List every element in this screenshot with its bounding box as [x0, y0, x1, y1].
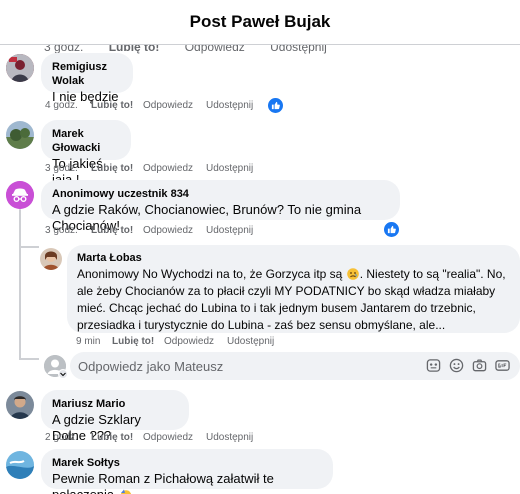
avatar[interactable] [6, 391, 34, 419]
reply-text-line: mieć. Chcąc jechać do Lubina to i tak je… [77, 301, 476, 315]
like-link[interactable]: Lubię to! [91, 163, 133, 175]
page-title: Post Paweł Bujak [189, 12, 331, 31]
like-link[interactable]: Lubię to! [112, 336, 154, 348]
partying-face-icon [120, 489, 132, 494]
post-header: Post Paweł Bujak [0, 0, 520, 44]
comment-actions: 3 godz. Lubię to! Odpowiedz Udostępnij [45, 163, 305, 177]
camera-icon[interactable] [472, 358, 487, 373]
avatar[interactable] [6, 451, 34, 479]
emoji-icon[interactable] [449, 358, 464, 373]
reply-author[interactable]: Marta Łobas [77, 251, 510, 265]
comment-author[interactable]: Anonimowy uczestnik 834 [52, 187, 389, 201]
reply-placeholder: Odpowiedz jako Mateusz [78, 359, 224, 374]
reply-text-line: Anonimowy No Wychodzi na to, że Gorzyca … [77, 267, 343, 281]
comment-bubble: Mariusz Mario A gdzie Szklary Dolne ??? [41, 390, 189, 443]
reply-link[interactable]: Odpowiedz [143, 225, 193, 237]
comment-bubble: Anonimowy uczestnik 834 A gdzie Raków, C… [41, 180, 400, 233]
like-reaction-icon[interactable] [268, 98, 283, 113]
reply-text: Anonimowy No Wychodzi na to, że Gorzyca … [77, 266, 510, 334]
comment-text: Pewnie Roman z Pichałową załatwił te poł… [52, 471, 322, 494]
anonymous-icon [6, 181, 34, 209]
like-link[interactable]: Lubię to! [91, 432, 133, 444]
reply-actions: 9 min Lubię to! Odpowiedz Udostępnij [76, 336, 306, 350]
comment-bubble: Marek Sołtys Pewnie Roman z Pichałową za… [41, 449, 333, 494]
reply-time[interactable]: 9 min [76, 336, 100, 348]
avatar[interactable] [6, 54, 34, 82]
comment-author[interactable]: Marek Głowacki [52, 127, 120, 155]
thread-line [19, 209, 21, 359]
reply-link[interactable]: Odpowiedz [143, 100, 193, 112]
share-link[interactable]: Udostępnij [206, 100, 253, 112]
comment-time[interactable]: 2 godz. [45, 432, 78, 444]
comment-time[interactable]: 3 godz. [45, 225, 78, 237]
comment-bubble: Marek Głowacki To jakieś jaja ! [41, 120, 131, 187]
comment-author[interactable]: Marek Sołtys [52, 456, 322, 470]
share-link[interactable]: Udostępnij [227, 336, 274, 348]
comment-time[interactable]: 4 godz. [45, 100, 78, 112]
reply-link[interactable]: Odpowiedz [143, 432, 193, 444]
avatar[interactable] [40, 248, 62, 270]
gif-icon[interactable] [495, 358, 510, 373]
like-reaction-icon[interactable] [384, 222, 399, 237]
thread-branch [19, 246, 39, 248]
reply-text-tail: . Niestety to są "realia". No, [359, 267, 506, 281]
sticker-icon[interactable] [426, 358, 441, 373]
header-divider [0, 44, 520, 45]
comment-time[interactable]: 3 godz. [45, 163, 78, 175]
reply-link[interactable]: Odpowiedz [164, 336, 214, 348]
share-link[interactable]: Udostępnij [206, 225, 253, 237]
reply-text-line: przesiadka i turystycznie do Lubina - za… [77, 318, 446, 332]
comment-actions: 4 godz. Lubię to! Odpowiedz Udostępnij [45, 100, 305, 114]
reply-link[interactable]: Odpowiedz [143, 163, 193, 175]
comment-actions: 3 godz. Lubię to! Odpowiedz Udostępnij [45, 225, 305, 239]
share-link[interactable]: Udostępnij [206, 163, 253, 175]
reply-input[interactable]: Odpowiedz jako Mateusz [70, 352, 520, 380]
comment-bubble: Remigiusz Wolak I nie będzie [41, 53, 133, 104]
reply-bubble: Marta Łobas Anonimowy No Wychodzi na to,… [67, 245, 520, 333]
sad-face-icon [346, 268, 359, 280]
reply-text-line: ale żeby Chocianów za to płacił czyli MY… [77, 284, 496, 298]
comment-text-body: Pewnie Roman z Pichałową załatwił te poł… [52, 471, 274, 494]
comment-author[interactable]: Mariusz Mario [52, 397, 178, 411]
reply-tools [426, 358, 510, 373]
like-link[interactable]: Lubię to! [91, 100, 133, 112]
thread-branch [19, 358, 39, 360]
comment-author[interactable]: Remigiusz Wolak [52, 60, 122, 88]
comment-actions: 2 godz. Lubię to! Odpowiedz Udostępnij [45, 432, 305, 446]
avatar[interactable] [6, 121, 34, 149]
avatar-dropdown-icon[interactable] [58, 369, 68, 379]
share-link[interactable]: Udostępnij [206, 432, 253, 444]
like-link[interactable]: Lubię to! [91, 225, 133, 237]
